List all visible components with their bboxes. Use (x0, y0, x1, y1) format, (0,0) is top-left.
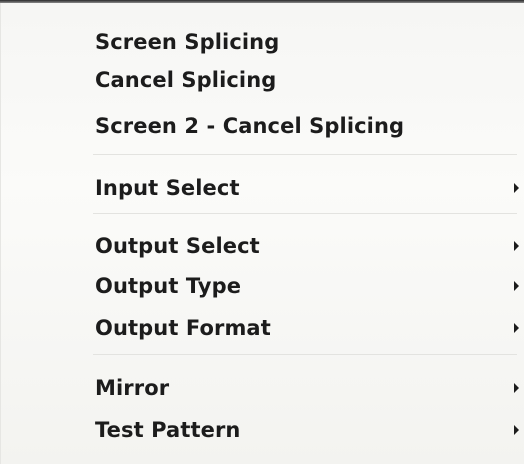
menu-item-test-pattern[interactable]: Test Pattern (83, 411, 524, 449)
menu-separator (93, 154, 517, 155)
menu-separator (93, 213, 517, 214)
menu-item-screen-splicing[interactable]: Screen Splicing (83, 23, 524, 61)
menu-item-label: Cancel Splicing (95, 68, 277, 92)
menu-item-label: Screen Splicing (95, 30, 280, 54)
menu-item-label: Output Format (95, 316, 271, 340)
menu-item-screen-2-cancel-splicing[interactable]: Screen 2 - Cancel Splicing (83, 107, 524, 145)
submenu-arrow-icon (514, 383, 519, 393)
menu-item-input-select[interactable]: Input Select (83, 169, 524, 207)
menu-item-cancel-splicing[interactable]: Cancel Splicing (83, 61, 524, 99)
menu-item-output-type[interactable]: Output Type (83, 267, 524, 305)
menu-item-mirror[interactable]: Mirror (83, 369, 524, 407)
menu-item-label: Output Type (95, 274, 242, 298)
menu-item-label: Screen 2 - Cancel Splicing (95, 114, 405, 138)
menu-item-label: Input Select (95, 176, 240, 200)
menu-item-label: Output Select (95, 234, 260, 258)
submenu-arrow-icon (514, 425, 519, 435)
menu-item-output-format[interactable]: Output Format (83, 309, 524, 347)
submenu-arrow-icon (514, 281, 519, 291)
menu-item-label: Mirror (95, 376, 170, 400)
submenu-arrow-icon (514, 241, 519, 251)
menu-item-label: Test Pattern (95, 418, 241, 442)
submenu-arrow-icon (514, 183, 519, 193)
menu-item-output-select[interactable]: Output Select (83, 227, 524, 265)
submenu-arrow-icon (514, 323, 519, 333)
context-menu: Screen Splicing Cancel Splicing Screen 2… (0, 3, 524, 464)
menu-separator (93, 354, 517, 355)
